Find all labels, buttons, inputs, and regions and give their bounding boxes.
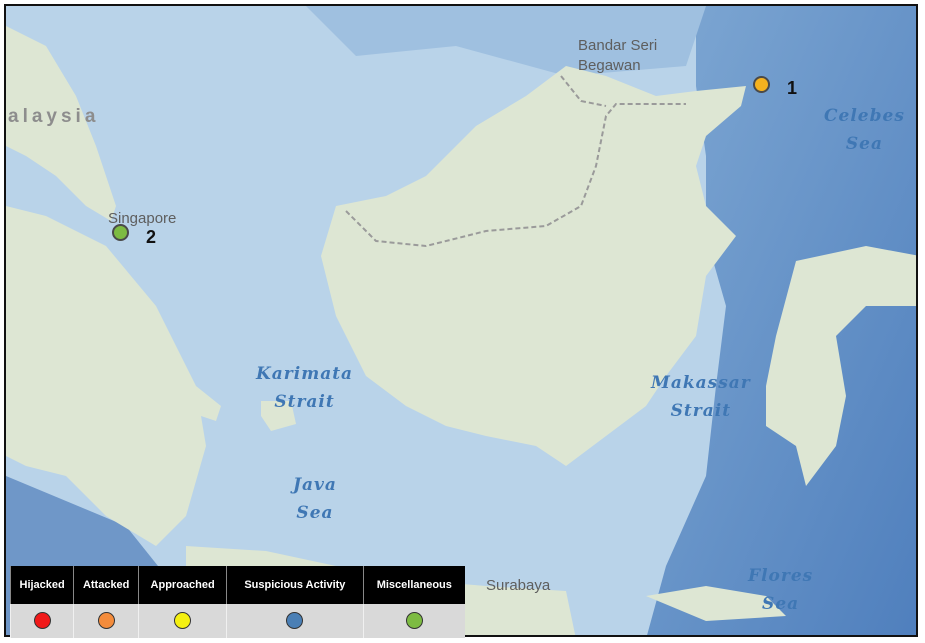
legend-dot-attacked [97,612,115,630]
incident-legend: Hijacked Attacked Approached Suspicious … [9,566,465,638]
sea-label-makassar: Makassar Strait [651,373,751,421]
incident-marker-1[interactable] [753,76,770,93]
sea-label-karimata: Karimata Strait [256,364,354,412]
incident-marker-2[interactable] [112,224,129,241]
legend-label-hijacked: Hijacked [9,566,74,604]
country-label-malaysia: alaysia [8,106,100,127]
sea-label-java: Java Sea [293,475,337,523]
place-label-surabaya: Surabaya [486,577,551,594]
place-label-bandar-seri-begawan: Bandar Seri Begawan [578,37,658,74]
legend-dot-suspicious-activity [286,612,304,630]
incident-number-2: 2 [146,227,157,247]
legend-label-miscellaneous: Miscellaneous [362,566,465,604]
legend-label-suspicious-activity: Suspicious Activity [226,566,364,604]
legend-dot-approached [174,612,192,630]
basemap [6,6,916,635]
sea-label-flores: Flores Sea [748,566,814,614]
sea-label-celebes: Celebes Sea [824,106,905,154]
incident-number-1: 1 [787,78,798,98]
legend-label-approached: Approached [138,566,227,604]
legend-dot-miscellaneous [405,612,423,630]
map-view[interactable]: alaysia Bandar Seri Begawan Singapore Su… [4,4,918,637]
legend-label-attacked: Attacked [73,566,139,604]
legend-dot-hijacked [33,612,51,630]
